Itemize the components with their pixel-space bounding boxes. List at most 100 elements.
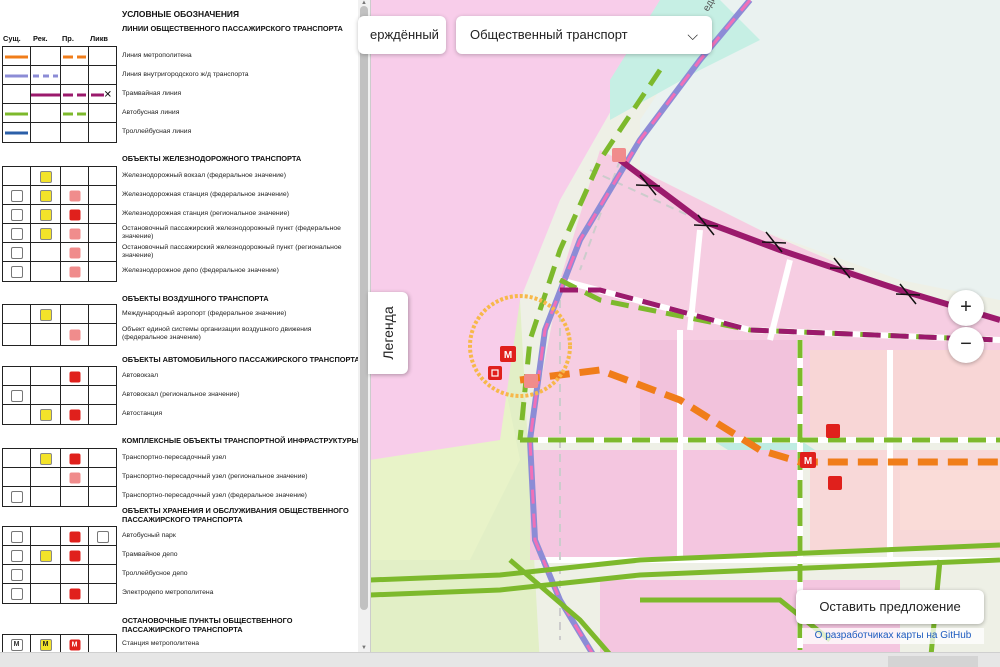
rail-stop-marker[interactable] <box>524 374 538 388</box>
legend-tab[interactable]: Легенда <box>368 292 408 374</box>
legend-section-title: ОБЪЕКТЫ АВТОМОБИЛЬНОГО ПАССАЖИРСКОГО ТРА… <box>122 355 360 364</box>
legend-cell <box>3 565 31 584</box>
legend-item-label: Линия метрополитена <box>122 51 192 59</box>
legend-cell <box>61 468 89 487</box>
legend-row: MMM <box>2 634 117 652</box>
legend-row <box>2 467 117 487</box>
legend-scroll-thumb[interactable] <box>360 6 368 610</box>
legend-symbol-icon <box>69 190 80 201</box>
legend-cell <box>61 367 89 386</box>
legend-tab-label: Легенда <box>380 306 396 360</box>
legend-symbol-icon <box>10 389 23 402</box>
legend-row <box>2 46 117 66</box>
legend-cell <box>61 565 89 584</box>
legend-symbol-icon: M <box>10 638 23 651</box>
legend-item-label: Железнодорожное депо (федеральное значен… <box>122 266 279 274</box>
legend-row <box>2 583 117 604</box>
legend-row <box>2 545 117 565</box>
legend-cell <box>89 123 117 142</box>
legend-cell <box>3 66 31 85</box>
metro-station-marker-1[interactable]: M <box>500 346 516 362</box>
scroll-up-arrow-icon[interactable]: ▲ <box>360 0 368 6</box>
legend-row <box>2 103 117 123</box>
legend-cell <box>61 487 89 506</box>
legend-row <box>2 448 117 468</box>
legend-cell <box>3 468 31 487</box>
legend-cell <box>3 527 31 546</box>
legend-item-label: Автовокзал (региональное значение) <box>122 390 240 398</box>
legend-symbol-icon <box>10 246 23 259</box>
legend-symbol-icon <box>69 472 80 483</box>
legend-row <box>2 166 117 186</box>
legend-cell <box>31 367 61 386</box>
legend-cell <box>3 546 31 565</box>
legend-item-label: Железнодорожная станция (региональное зн… <box>122 209 290 217</box>
col-header-liquidated: Ликв <box>90 34 108 43</box>
legend-symbol-icon <box>10 265 23 278</box>
legend-content: УСЛОВНЫЕ ОБОЗНАЧЕНИЯ Сущ. Рек. Пр. Ликв … <box>0 0 360 652</box>
tram-line-icon <box>31 93 60 96</box>
legend-row <box>2 204 117 224</box>
legend-cell <box>3 324 31 345</box>
legend-cell <box>3 386 31 405</box>
legend-section-title: ОБЪЕКТЫ ХРАНЕНИЯ И ОБСЛУЖИВАНИЯ ОБЩЕСТВЕ… <box>122 506 349 524</box>
legend-cell <box>31 224 61 243</box>
legend-cell <box>89 104 117 123</box>
zoom-out-button[interactable]: − <box>948 327 984 363</box>
legend-cell <box>31 546 61 565</box>
legend-cell <box>3 405 31 424</box>
metro-station-marker-2[interactable]: M <box>800 452 816 468</box>
legend-item-label: Транспортно-пересадочный узел (федеральн… <box>122 491 307 499</box>
status-bar <box>0 652 1000 667</box>
legend-symbol-icon <box>10 189 23 202</box>
legend-symbol-icon <box>69 588 80 599</box>
legend-cell <box>61 262 89 281</box>
legend-cell <box>31 305 61 324</box>
legend-cell <box>31 243 61 262</box>
legend-symbol-icon <box>69 266 80 277</box>
rail-stop-marker-north[interactable] <box>612 148 626 162</box>
legend-item-label: Трамвайная линия <box>122 89 182 97</box>
existing-line-icon <box>5 55 28 58</box>
legend-cell <box>3 367 31 386</box>
legend-cell <box>89 565 117 584</box>
legend-row <box>2 65 117 85</box>
github-link[interactable]: О разработчиках карты на GitHub <box>802 628 984 644</box>
legend-cell <box>3 449 31 468</box>
legend-row: ✕ <box>2 84 117 104</box>
legend-cell <box>89 635 117 652</box>
legend-cell <box>89 449 117 468</box>
scroll-down-arrow-icon[interactable]: ▼ <box>360 645 368 651</box>
legend-section-title: ЛИНИИ ОБЩЕСТВЕННОГО ПАССАЖИРСКОГО ТРАНСП… <box>122 24 343 33</box>
legend-cell <box>3 167 31 186</box>
legend-row <box>2 385 117 405</box>
legend-cell <box>61 167 89 186</box>
legend-symbol-icon <box>39 308 52 321</box>
legend-cell <box>3 224 31 243</box>
transfer-hub-marker-east[interactable] <box>826 424 840 438</box>
legend-cell <box>61 305 89 324</box>
transport-layer-select[interactable]: Общественный транспорт ⌵ <box>456 16 712 54</box>
legend-symbol-icon <box>69 329 80 340</box>
legend-cell <box>89 584 117 603</box>
legend-cell <box>31 468 61 487</box>
legend-item-label: Транспортно-пересадочный узел (региональ… <box>122 472 308 480</box>
transfer-hub-marker[interactable] <box>488 366 502 380</box>
legend-title: УСЛОВНЫЕ ОБОЗНАЧЕНИЯ <box>122 9 239 19</box>
col-header-planned: Пр. <box>62 34 74 43</box>
bus-station-marker[interactable] <box>828 476 842 490</box>
legend-cell <box>89 487 117 506</box>
propose-button[interactable]: Оставить предложение <box>796 590 984 624</box>
legend-cell <box>3 186 31 205</box>
legend-symbol-icon: M <box>39 638 52 651</box>
legend-cell <box>61 546 89 565</box>
block-south <box>530 450 800 560</box>
approved-plan-button[interactable]: ерждённый <box>358 16 446 54</box>
legend-cell <box>61 47 89 66</box>
legend-cell <box>31 262 61 281</box>
legend-cell <box>89 66 117 85</box>
legend-cell <box>89 243 117 262</box>
legend-symbol-icon <box>39 408 52 421</box>
legend-symbol-icon: M <box>69 639 80 650</box>
zoom-in-button[interactable]: + <box>948 290 984 326</box>
